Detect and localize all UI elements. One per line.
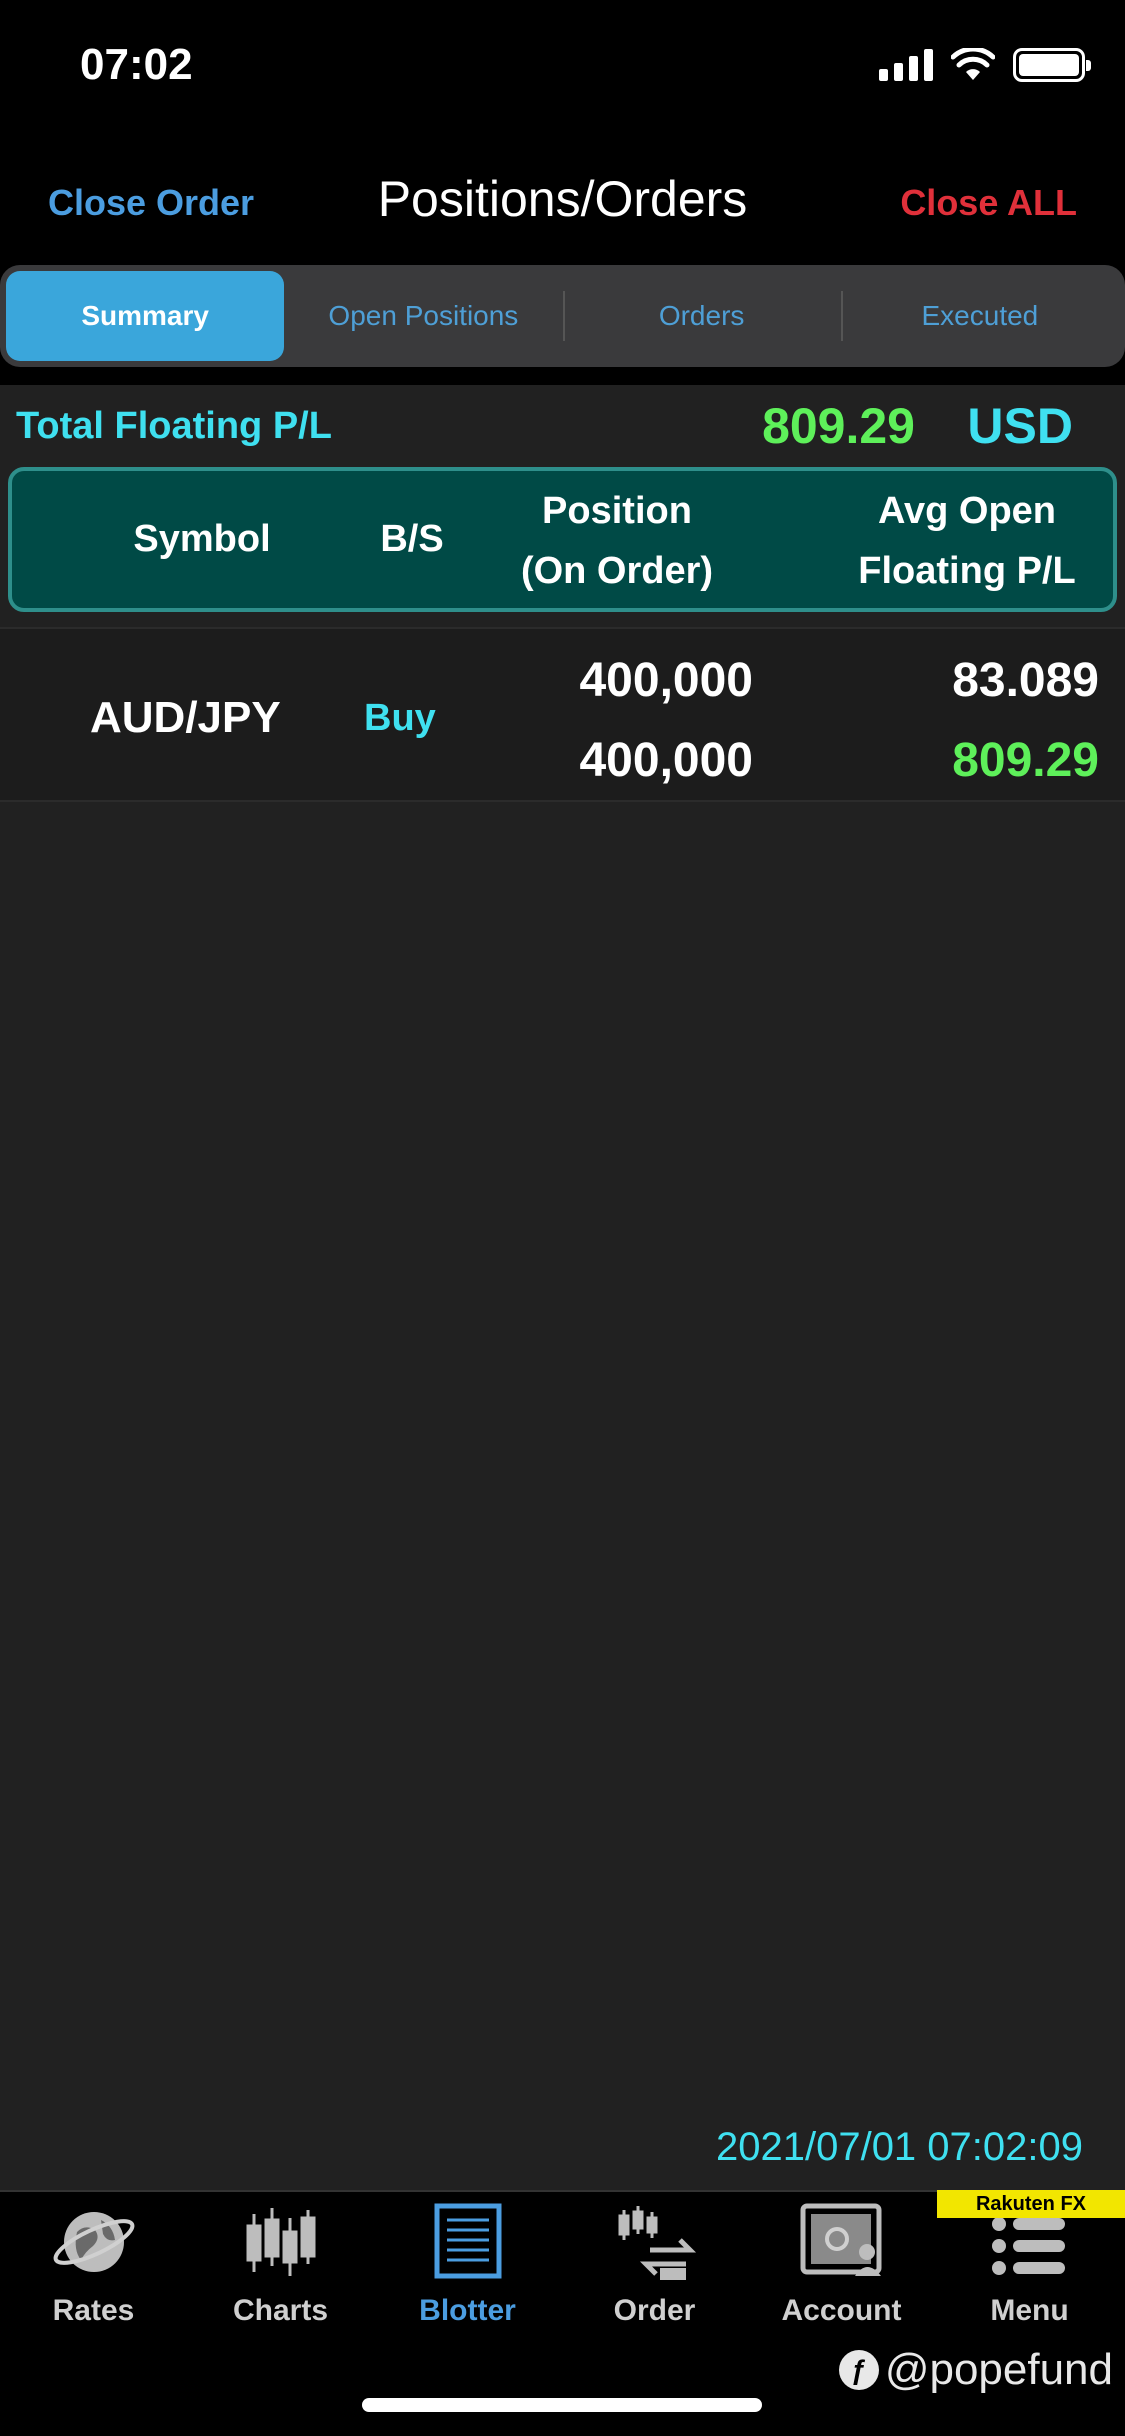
status-icons bbox=[879, 48, 1091, 82]
summary-content: Total Floating P/L 809.29 USD Symbol B/S… bbox=[0, 385, 1125, 2190]
navigation-bar: Close Order Positions/Orders Close ALL bbox=[0, 140, 1125, 265]
row-on-order: 400,000 bbox=[579, 734, 753, 787]
watermark-logo-icon: ƒ bbox=[838, 2350, 879, 2390]
blotter-icon bbox=[434, 2203, 501, 2279]
row-position: 400,000 bbox=[579, 654, 753, 707]
header-avg-open: Avg Open Floating P/L bbox=[802, 481, 1125, 601]
table-header: Symbol B/S Position (On Order) Avg Open … bbox=[8, 467, 1117, 612]
row-floating-pl: 809.29 bbox=[952, 734, 1099, 787]
tab-order-label: Order bbox=[613, 2294, 696, 2327]
tab-blotter[interactable]: Blotter bbox=[374, 2202, 561, 2342]
total-floating-currency: USD bbox=[967, 398, 1073, 454]
home-indicator[interactable] bbox=[362, 2398, 762, 2412]
segmented-tabs: Summary Open Positions Orders Executed bbox=[0, 265, 1125, 367]
row-symbol: AUD/JPY bbox=[90, 693, 281, 742]
tab-rates-label: Rates bbox=[52, 2294, 135, 2327]
safe-icon bbox=[800, 2203, 881, 2276]
total-floating-value: 809.29 bbox=[762, 398, 915, 454]
watermark-text: @popefund bbox=[884, 2345, 1113, 2394]
order-icon bbox=[618, 2206, 696, 2280]
tab-order[interactable]: Order bbox=[561, 2202, 748, 2342]
header-avg-line1: Avg Open bbox=[877, 490, 1057, 532]
tab-account[interactable]: Account bbox=[748, 2202, 935, 2342]
tab-summary[interactable]: Summary bbox=[6, 271, 285, 361]
tab-menu-label: Menu bbox=[990, 2294, 1069, 2327]
globe-icon bbox=[53, 2212, 134, 2272]
tab-orders[interactable]: Orders bbox=[562, 271, 841, 361]
header-symbol: Symbol bbox=[133, 518, 271, 560]
battery-icon bbox=[1013, 48, 1091, 82]
header-position: Position (On Order) bbox=[467, 481, 767, 601]
row-avg-open: 83.089 bbox=[952, 654, 1099, 707]
total-floating-row: Total Floating P/L 809.29 USD bbox=[0, 385, 1125, 465]
tab-blotter-label: Blotter bbox=[419, 2294, 516, 2327]
brand-badge: Rakuten FX bbox=[937, 2190, 1125, 2218]
total-floating-label: Total Floating P/L bbox=[16, 405, 332, 447]
header-position-line1: Position bbox=[542, 490, 692, 532]
cellular-signal-icon bbox=[879, 49, 933, 81]
header-position-line2: (On Order) bbox=[520, 550, 714, 592]
candlestick-icon bbox=[246, 2208, 315, 2276]
tab-executed[interactable]: Executed bbox=[840, 271, 1119, 361]
wifi-icon bbox=[951, 48, 995, 80]
update-timestamp: 2021/07/01 07:02:09 bbox=[715, 2125, 1083, 2169]
tab-rates[interactable]: Rates bbox=[0, 2202, 187, 2342]
tab-account-label: Account bbox=[781, 2294, 902, 2327]
status-time: 07:02 bbox=[80, 40, 193, 89]
table-row[interactable]: AUD/JPY Buy 400,000 400,000 83.089 809.2… bbox=[0, 627, 1125, 802]
tab-charts-label: Charts bbox=[232, 2294, 329, 2327]
close-all-button[interactable]: Close ALL bbox=[900, 182, 1077, 224]
watermark: ƒ @popefund bbox=[838, 2345, 1113, 2395]
tab-menu[interactable]: Menu bbox=[936, 2202, 1123, 2342]
header-avg-line2: Floating P/L bbox=[858, 550, 1076, 592]
status-bar: 07:02 bbox=[0, 0, 1125, 140]
tab-charts[interactable]: Charts bbox=[187, 2202, 374, 2342]
row-bs: Buy bbox=[364, 697, 436, 739]
tab-open-positions[interactable]: Open Positions bbox=[284, 271, 562, 361]
